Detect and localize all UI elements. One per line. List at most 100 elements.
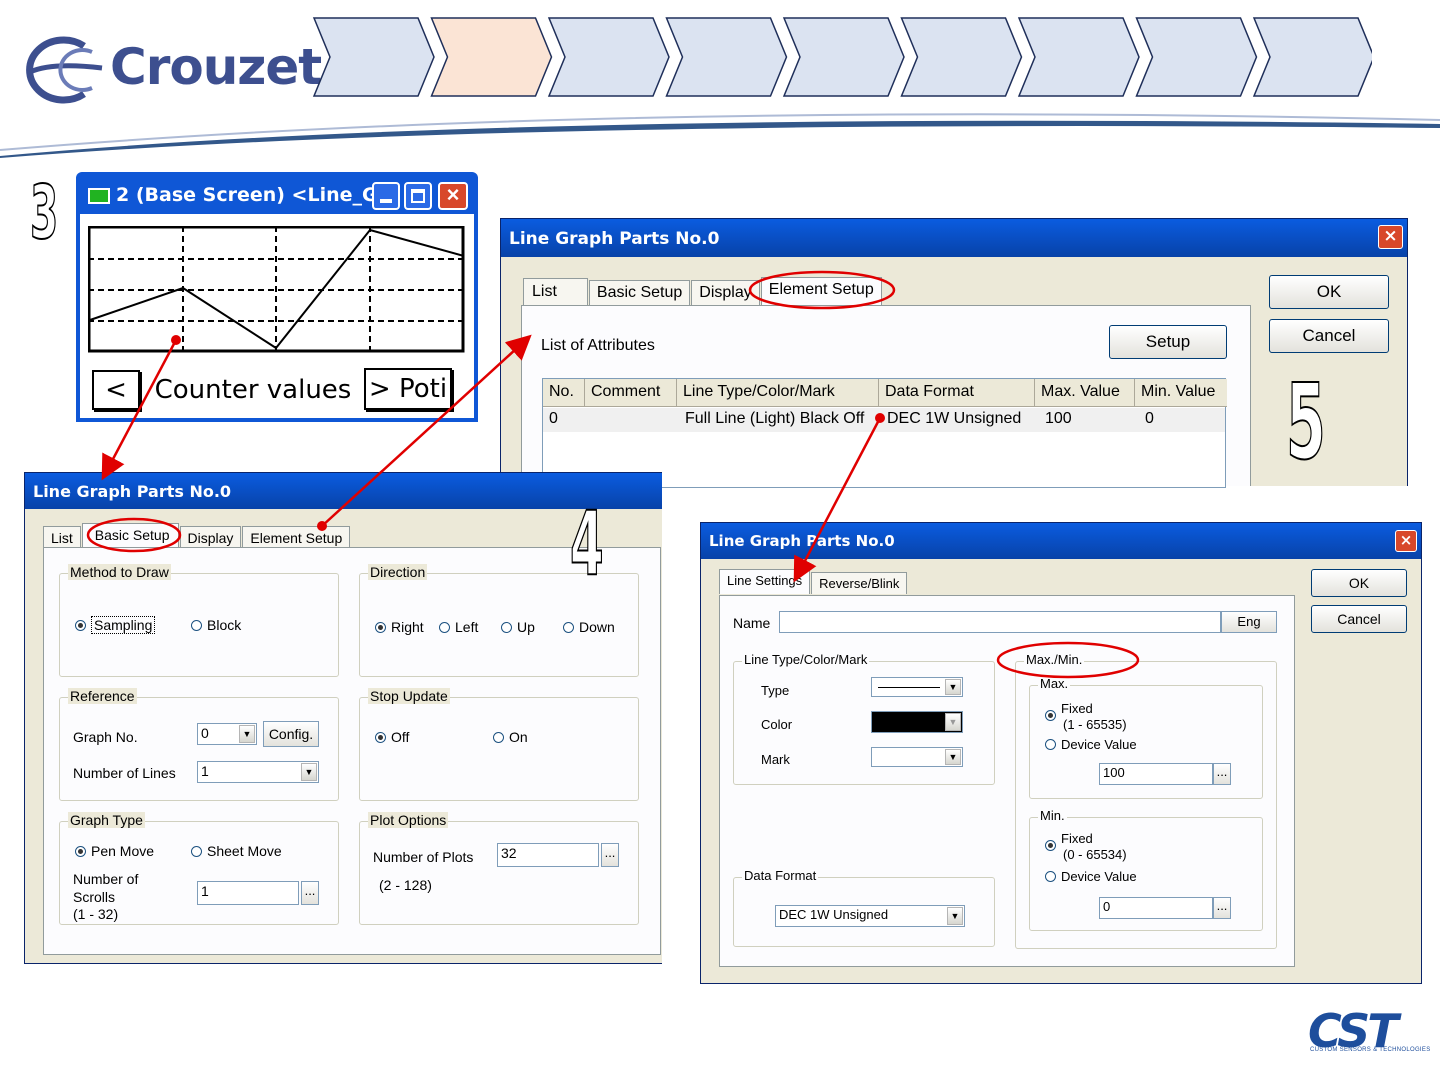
tab-list[interactable]: List [43,526,81,549]
minimize-icon[interactable] [372,182,400,210]
chevron-down-icon[interactable]: ▼ [945,713,961,731]
column-header-comment[interactable]: Comment [585,379,677,407]
ok-button[interactable]: OK [1311,569,1407,597]
ellipsis-button[interactable]: ... [601,843,619,867]
tab-display[interactable]: Display [179,526,242,549]
group-title: Method to Draw [68,564,171,580]
radio-dot [501,622,512,633]
data-format-select[interactable]: DEC 1W Unsigned ▼ [775,905,965,927]
cancel-button[interactable]: Cancel [1311,605,1407,633]
group-title: Plot Options [368,812,449,828]
process-step-chevron [1017,17,1140,97]
scrolls-range: (1 - 32) [73,906,119,922]
tab-display[interactable]: Display [691,280,760,305]
group-title: Stop Update [368,688,450,704]
graph-no-select[interactable]: 0 ▼ [197,723,257,745]
tab-line-settings[interactable]: Line Settings [719,569,811,594]
eng-button[interactable]: Eng [1221,611,1277,633]
radio-label: Fixed [1061,831,1093,846]
group-title: Min. [1038,808,1067,823]
setup-button[interactable]: Setup [1109,325,1227,359]
tab-basic-setup[interactable]: Basic Setup [588,280,691,305]
name-label: Name [733,615,771,631]
step-number-5: 5 [1285,361,1326,483]
chevron-down-icon[interactable]: ▼ [945,679,961,695]
cell-min-value: 0 [1145,410,1154,427]
radio-label: Fixed [1061,701,1093,716]
radio-right[interactable]: Right [375,619,424,635]
line-type-select[interactable]: ▼ [871,677,963,697]
crouzet-logo-mark [26,36,103,104]
maximize-icon[interactable] [404,182,432,210]
tab-element-setup[interactable]: Element Setup [242,526,351,549]
radio-sampling[interactable]: Sampling [75,616,156,634]
screen-icon [88,188,110,204]
mark-select[interactable]: ▼ [871,747,963,767]
radio-dot [375,732,386,743]
radio-up[interactable]: Up [501,619,535,635]
counter-values-label: Counter values [154,375,352,405]
radio-dot [1045,710,1056,721]
next-screen-button[interactable]: > Poti [364,368,452,410]
process-step-chevron [430,17,553,97]
process-chevrons [312,17,1372,97]
ok-button[interactable]: OK [1269,275,1389,309]
radio-block[interactable]: Block [191,617,241,633]
close-icon[interactable]: × [1378,225,1403,249]
radio-min-device-value[interactable]: Device Value [1045,869,1137,884]
ellipsis-button[interactable]: ... [301,881,319,905]
tab-reverse-blink[interactable]: Reverse/Blink [811,572,908,594]
max-value-input[interactable]: 100 [1099,763,1213,785]
column-header-data-format[interactable]: Data Format [879,379,1035,407]
tab-basic-setup[interactable]: Basic Setup [81,523,179,549]
base-screen-window: 2 (Base Screen) <Line_G... × < Counter v… [76,172,478,422]
number-of-scrolls-input[interactable]: 1 [197,881,299,905]
radio-dot [191,846,202,857]
line-graph-preview [88,226,465,353]
radio-pen-move[interactable]: Pen Move [75,843,154,859]
radio-dot [1045,840,1056,851]
ellipsis-button[interactable]: ... [1213,763,1231,785]
ellipsis-button[interactable]: ... [1213,897,1231,919]
name-input[interactable] [779,611,1221,633]
cell-data-format: DEC 1W Unsigned [887,410,1022,427]
radio-label: Device Value [1061,737,1137,752]
tab-element-setup[interactable]: Element Setup [760,277,882,305]
column-header-max-value[interactable]: Max. Value [1035,379,1135,407]
radio-down[interactable]: Down [563,619,615,635]
dialog-basic-setup: Line Graph Parts No.0 List Basic Setup D… [24,472,662,964]
color-select[interactable]: ▼ [871,711,963,733]
tab-list[interactable]: List [523,278,588,305]
config-button[interactable]: Config. [263,721,319,747]
cancel-button[interactable]: Cancel [1269,319,1389,353]
chevron-down-icon[interactable]: ▼ [945,749,961,765]
select-value: 1 [201,763,209,779]
radio-on[interactable]: On [493,729,528,745]
radio-max-device-value[interactable]: Device Value [1045,737,1137,752]
radio-left[interactable]: Left [439,619,478,635]
number-of-plots-input[interactable]: 32 [497,843,599,867]
process-step-chevron [547,17,670,97]
close-icon[interactable]: × [438,182,468,210]
chevron-down-icon[interactable]: ▼ [239,725,255,743]
select-value: DEC 1W Unsigned [779,907,889,922]
column-header-line-type[interactable]: Line Type/Color/Mark [677,379,879,407]
dialog-title: Line Graph Parts No.0 [509,229,720,249]
group-title: Line Type/Color/Mark [742,652,870,667]
step-number-3: 3 [29,170,59,256]
chevron-down-icon[interactable]: ▼ [301,763,317,781]
radio-sheet-move[interactable]: Sheet Move [191,843,282,859]
mark-label: Mark [761,752,790,767]
group-title: Reference [68,688,137,704]
column-header-no[interactable]: No. [543,379,585,407]
chevron-down-icon[interactable]: ▼ [947,907,963,925]
number-of-lines-select[interactable]: 1 ▼ [197,761,319,783]
group-title: Direction [368,564,428,580]
radio-off[interactable]: Off [375,729,409,745]
prev-screen-button[interactable]: < [92,370,140,410]
column-header-min-value[interactable]: Min. Value [1135,379,1227,407]
min-value-input[interactable]: 0 [1099,897,1213,919]
close-icon[interactable]: × [1395,530,1417,552]
cell-max-value: 100 [1045,410,1072,427]
radio-dot [1045,739,1056,750]
